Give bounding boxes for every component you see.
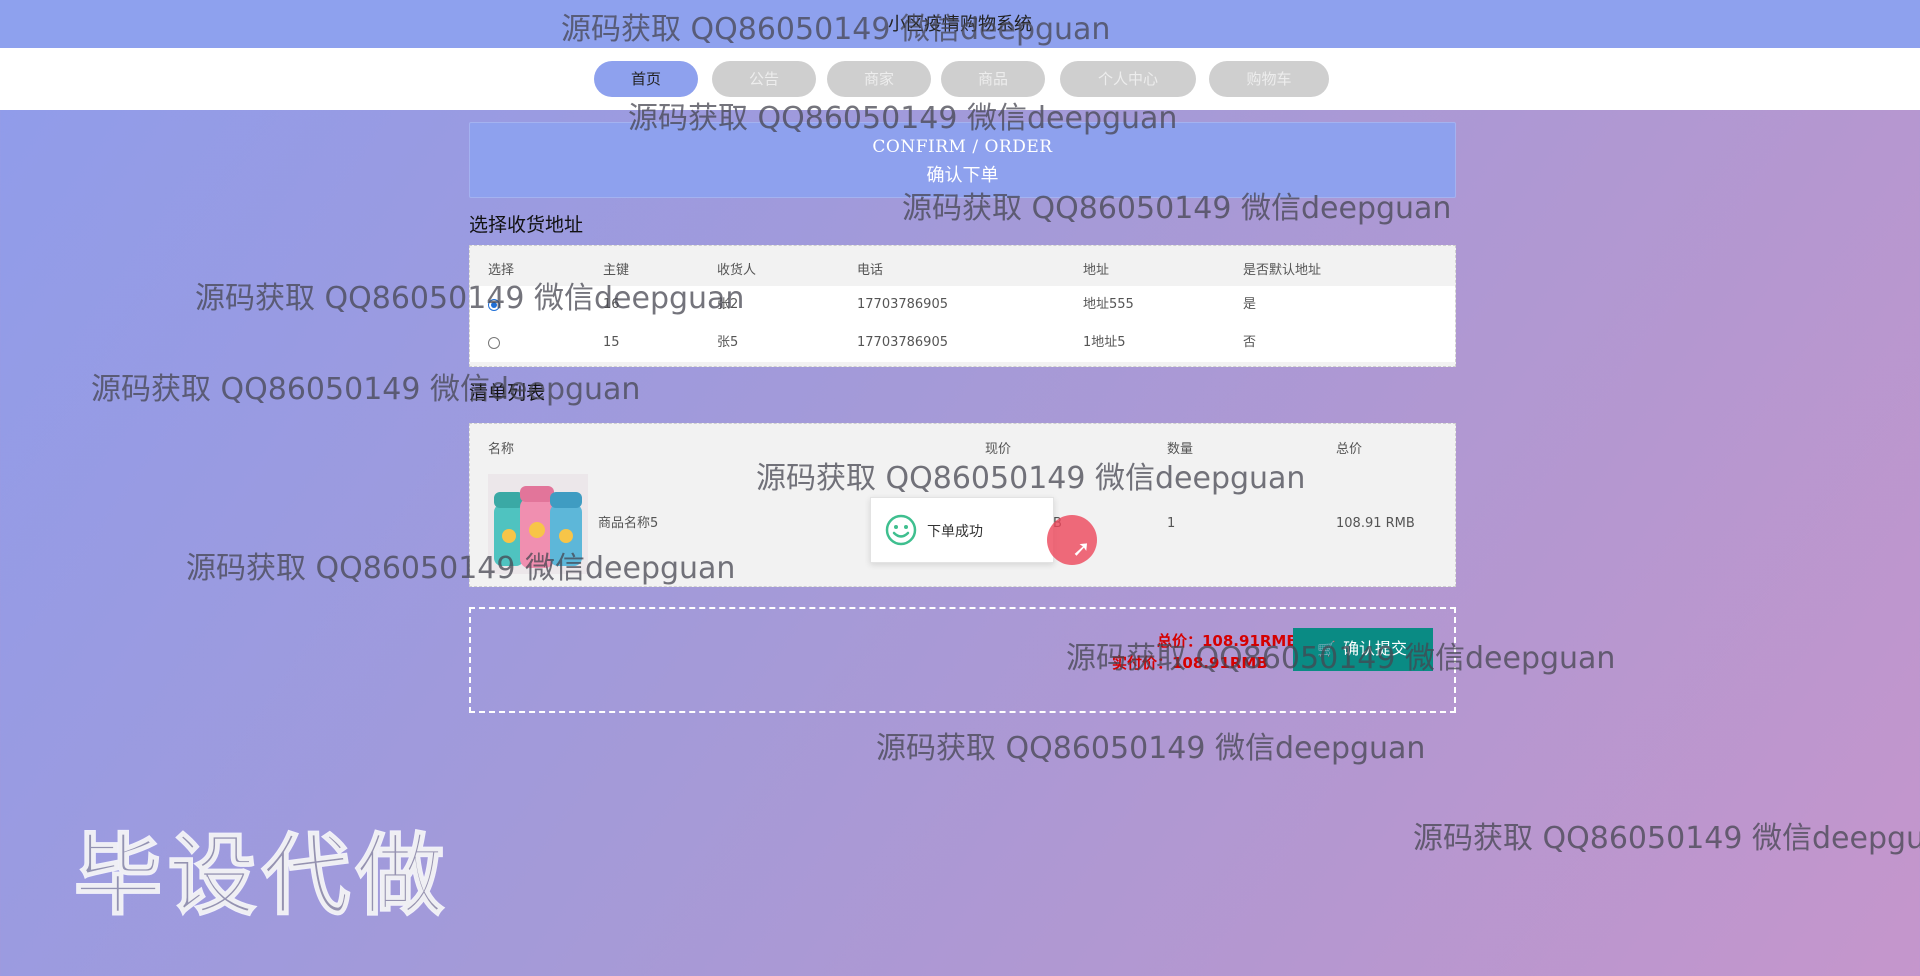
address-receiver: 张5 (717, 335, 739, 350)
product-name[interactable]: 商品名称5 (598, 505, 658, 543)
watermark-text: 源码获取 QQ86050149 微信deepguan (628, 101, 1178, 136)
order-header-name: 名称 (488, 442, 515, 457)
nav-notice[interactable]: 公告 (712, 61, 816, 97)
address-text: 地址555 (1083, 297, 1134, 312)
product-qty: 1 (1167, 516, 1176, 531)
watermark-text: 源码获取 QQ86050149 微信deepguan (876, 731, 1426, 766)
address-text: 1地址5 (1083, 335, 1126, 350)
address-phone: 17703786905 (857, 297, 948, 312)
nav-cart[interactable]: 购物车 (1209, 61, 1329, 97)
watermark-text: 源码获取 QQ86050149 微信deepguan (1413, 821, 1920, 856)
success-toast: 下单成功 (870, 497, 1054, 563)
nav-product[interactable]: 商品 (941, 61, 1045, 97)
watermark-text: 源码获取 QQ86050149 微信deepguan (1066, 641, 1616, 676)
watermark-text: 源码获取 QQ86050149 微信deepguan (195, 281, 745, 316)
address-header-default: 是否默认地址 (1243, 263, 1322, 278)
nav-home[interactable]: 首页 (594, 61, 698, 97)
address-section-title: 选择收货地址 (469, 214, 584, 236)
address-phone: 17703786905 (857, 335, 948, 350)
product-total: 108.91 RMB (1336, 516, 1415, 531)
toast-message: 下单成功 (927, 524, 983, 540)
watermark-text: 源码获取 QQ86050149 微信deepguan (902, 191, 1452, 226)
watermark-text: 源码获取 QQ86050149 微信deepguan (756, 461, 1306, 496)
address-default: 是 (1243, 297, 1257, 312)
nav-merchant[interactable]: 商家 (827, 61, 931, 97)
watermark-text: 源码获取 QQ86050149 微信deepguan (561, 12, 1111, 47)
mouse-pointer-icon: ➚ (1072, 537, 1091, 562)
address-id: 15 (603, 335, 620, 350)
address-header-address: 地址 (1083, 263, 1110, 278)
address-row[interactable]: 15 张5 17703786905 1地址5 否 (470, 324, 1455, 362)
address-header-phone: 电话 (857, 263, 884, 278)
address-default: 否 (1243, 335, 1257, 350)
order-header-total: 总价 (1336, 442, 1363, 457)
smile-icon (885, 514, 917, 546)
nav-personal-center[interactable]: 个人中心 (1060, 61, 1196, 97)
watermark-text: 源码获取 QQ86050149 微信deepguan (186, 551, 736, 586)
address-radio[interactable] (488, 337, 500, 349)
watermark-text: 源码获取 QQ86050149 微信deepguan (91, 372, 641, 407)
watermark-big: 毕设代做 (73, 823, 451, 928)
banner-title-en: CONFIRM / ORDER (872, 137, 1053, 157)
